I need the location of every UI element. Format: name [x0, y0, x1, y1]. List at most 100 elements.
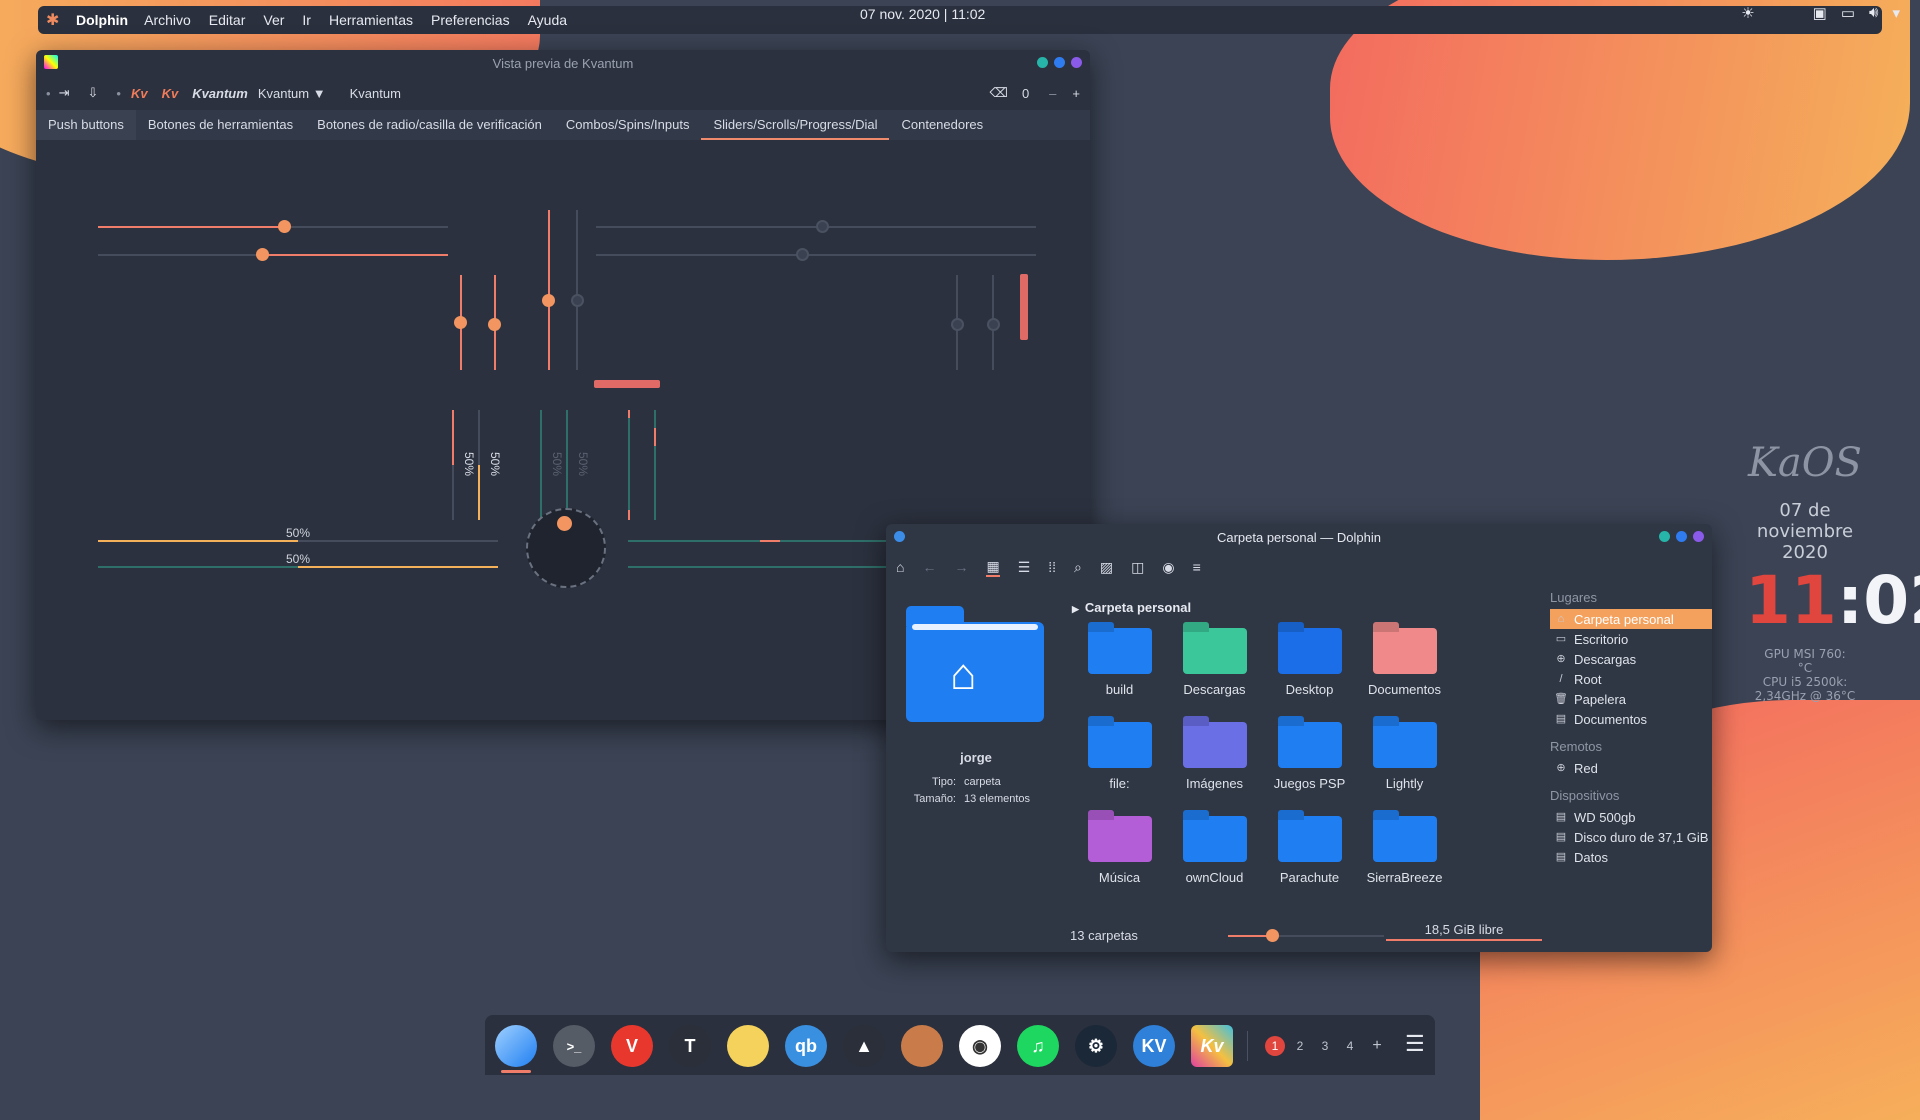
file-item[interactable]: Música	[1072, 816, 1167, 885]
minimize-button[interactable]	[1037, 57, 1048, 68]
menu-item-3[interactable]: Ir	[302, 12, 311, 28]
minimize-button[interactable]	[1659, 531, 1670, 542]
file-item[interactable]: build	[1072, 628, 1167, 697]
place-item[interactable]: 🗑︎ Papelera	[1550, 689, 1712, 709]
clipboard-icon[interactable]: ▣	[1813, 4, 1827, 22]
workspace-3[interactable]: 3	[1315, 1036, 1335, 1056]
place-item[interactable]: ▤ Documentos	[1550, 709, 1712, 729]
file-item[interactable]: file:	[1072, 722, 1167, 791]
v-slider-6-handle[interactable]	[987, 318, 1000, 331]
place-item[interactable]: ⊕ Red	[1550, 758, 1712, 778]
show-hidden-icon[interactable]: ◉	[1162, 559, 1174, 576]
breadcrumb[interactable]: ▶ Carpeta personal	[1072, 600, 1191, 615]
icons-view-icon[interactable]: ▦	[986, 558, 1000, 577]
typora-icon[interactable]: T	[669, 1025, 711, 1067]
menu-icon[interactable]: ≡	[1193, 559, 1201, 575]
tab-1[interactable]: Botones de herramientas	[136, 110, 305, 140]
v-slider-2-handle[interactable]	[488, 318, 501, 331]
split-view-icon[interactable]: ◫	[1131, 559, 1144, 576]
gimp-icon[interactable]	[901, 1025, 943, 1067]
place-item[interactable]: ⊕ Descargas	[1550, 649, 1712, 669]
kvantum-logo-icon-2[interactable]: Kv	[162, 86, 179, 101]
close-button[interactable]	[1693, 531, 1704, 542]
file-item[interactable]: Documentos	[1357, 628, 1452, 697]
save-icon[interactable]: ⇩	[87, 85, 98, 101]
add-workspace-button[interactable]: +	[1367, 1036, 1387, 1056]
dock-menu-icon[interactable]: ☰	[1405, 1031, 1425, 1057]
file-item[interactable]: Lightly	[1357, 722, 1452, 791]
places-icon[interactable]: ⌂	[896, 559, 904, 575]
notes-icon[interactable]	[727, 1025, 769, 1067]
menu-item-5[interactable]: Preferencias	[431, 12, 510, 28]
search-icon[interactable]: ⌕	[1074, 559, 1082, 576]
terminal-icon[interactable]: >_	[553, 1025, 595, 1067]
preview-icon[interactable]: ▨	[1100, 559, 1113, 576]
dial-handle[interactable]	[557, 516, 572, 531]
workspace-4[interactable]: 4	[1340, 1036, 1360, 1056]
file-item[interactable]: SierraBreeze	[1357, 816, 1452, 885]
volume-icon[interactable]: 🔊︎	[1869, 4, 1878, 22]
menu-item-6[interactable]: Ayuda	[528, 12, 567, 28]
v-slider-1-handle[interactable]	[454, 316, 467, 329]
zoom-slider-handle[interactable]	[1266, 929, 1279, 942]
menu-item-2[interactable]: Ver	[263, 12, 284, 28]
inkscape-icon[interactable]: ▲	[843, 1025, 885, 1067]
place-item[interactable]: ▤ Disco duro de 37,1 GiB	[1550, 827, 1712, 847]
network-icon[interactable]: ▭	[1841, 4, 1855, 22]
v-slider-4[interactable]	[576, 210, 578, 370]
h-slider-4-handle[interactable]	[796, 248, 809, 261]
file-item[interactable]: Descargas	[1167, 628, 1262, 697]
file-item[interactable]: Desktop	[1262, 628, 1357, 697]
file-item[interactable]: Juegos PSP	[1262, 722, 1357, 791]
v-slider-3[interactable]	[548, 210, 550, 370]
place-item[interactable]: ▤ Datos	[1550, 847, 1712, 867]
file-item[interactable]: Imágenes	[1167, 722, 1262, 791]
open-icon[interactable]: ⇥	[59, 85, 70, 101]
spin-minus-button[interactable]: –	[1049, 86, 1056, 101]
tab-0[interactable]: Push buttons	[36, 110, 136, 140]
compact-view-icon[interactable]: ⁞⁞	[1048, 559, 1056, 575]
steam-icon[interactable]: ⚙	[1075, 1025, 1117, 1067]
h-slider-3-handle[interactable]	[816, 220, 829, 233]
h-scrollbar[interactable]	[594, 380, 660, 388]
theme-combo[interactable]: Kvantum ▼	[258, 86, 326, 101]
file-item[interactable]: Parachute	[1262, 816, 1357, 885]
tab-2[interactable]: Botones de radio/casilla de verificación	[305, 110, 554, 140]
spotify-icon[interactable]: ♫	[1017, 1025, 1059, 1067]
brightness-icon[interactable]: ☀	[1741, 4, 1754, 22]
details-view-icon[interactable]: ☰	[1018, 559, 1031, 576]
kvantum-manager-icon[interactable]: KV	[1133, 1025, 1175, 1067]
workspace-2[interactable]: 2	[1290, 1036, 1310, 1056]
place-item[interactable]: ▭ Escritorio	[1550, 629, 1712, 649]
maps-icon[interactable]: ◉	[959, 1025, 1001, 1067]
workspace-1[interactable]: 1	[1265, 1036, 1285, 1056]
spin-plus-button[interactable]: +	[1072, 86, 1080, 101]
vivaldi-icon[interactable]: V	[611, 1025, 653, 1067]
file-item[interactable]: ownCloud	[1167, 816, 1262, 885]
v-slider-3-handle[interactable]	[542, 294, 555, 307]
finder-icon[interactable]	[495, 1025, 537, 1067]
menu-item-0[interactable]: Archivo	[144, 12, 191, 28]
h-slider-1-handle[interactable]	[278, 220, 291, 233]
maximize-button[interactable]	[1676, 531, 1687, 542]
backspace-icon[interactable]: ⌫	[990, 85, 1008, 101]
maximize-button[interactable]	[1054, 57, 1065, 68]
forward-arrow-icon[interactable]: →	[954, 559, 968, 575]
tab-3[interactable]: Combos/Spins/Inputs	[554, 110, 702, 140]
qbittorrent-icon[interactable]: qb	[785, 1025, 827, 1067]
v-slider-5-handle[interactable]	[951, 318, 964, 331]
chevron-down-icon[interactable]: ▾	[1892, 4, 1900, 22]
kvantum-logo-icon[interactable]: Kv	[1191, 1025, 1233, 1067]
place-item[interactable]: / Root	[1550, 669, 1712, 689]
menu-item-4[interactable]: Herramientas	[329, 12, 413, 28]
place-item[interactable]: ⌂ Carpeta personal	[1550, 609, 1712, 629]
v-scrollbar[interactable]	[1020, 274, 1028, 340]
tab-5[interactable]: Contenedores	[889, 110, 995, 140]
kaos-menu-icon[interactable]: ✱	[46, 10, 66, 30]
close-button[interactable]	[1071, 57, 1082, 68]
spin-value[interactable]: 0	[1022, 86, 1029, 101]
zoom-slider[interactable]	[1228, 935, 1384, 937]
h-slider-2-handle[interactable]	[256, 248, 269, 261]
menu-item-1[interactable]: Editar	[209, 12, 246, 28]
v-slider-4-handle[interactable]	[571, 294, 584, 307]
